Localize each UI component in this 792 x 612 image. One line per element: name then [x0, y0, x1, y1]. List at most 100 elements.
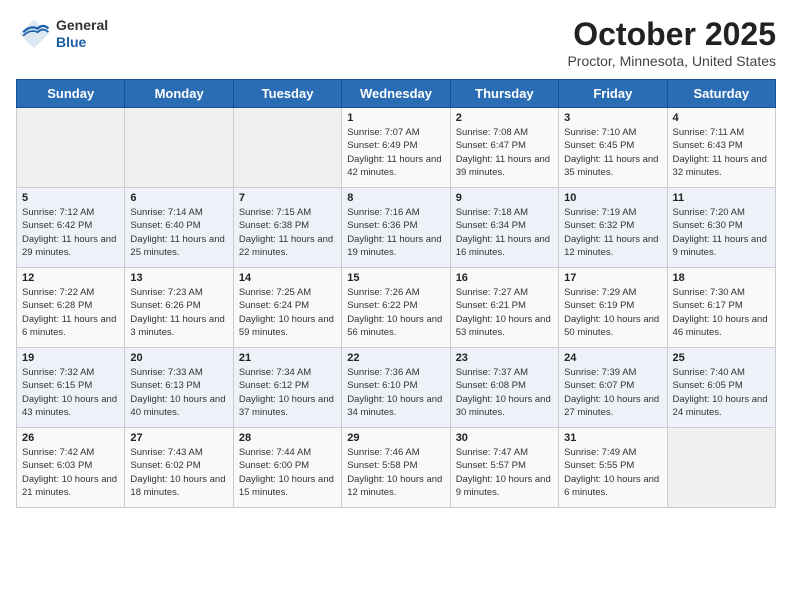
calendar-day-cell: 9 Sunrise: 7:18 AM Sunset: 6:34 PM Daylig…	[450, 188, 558, 268]
calendar-day-cell: 2Sunrise: 7:08 AM Sunset: 6:47 PM Daylig…	[450, 108, 558, 188]
calendar-day-cell: 1 Sunrise: 7:07 AM Sunset: 6:49 PM Daylig…	[342, 108, 450, 188]
calendar-week-row: 1 Sunrise: 7:07 AM Sunset: 6:49 PM Daylig…	[17, 108, 776, 188]
day-info: Sunrise: 7:44 AM Sunset: 6:00 PM Dayligh…	[239, 446, 336, 499]
page-header: General Blue October 2025 Proctor, Minne…	[16, 16, 776, 69]
day-info: Sunrise: 7:33 AM Sunset: 6:13 PM Dayligh…	[130, 366, 227, 419]
day-number: 10	[564, 192, 661, 204]
calendar-day-cell: 12 Sunrise: 7:22 AM Sunset: 6:28 PM Dayli…	[17, 268, 125, 348]
calendar-day-cell: 8Sunrise: 7:16 AM Sunset: 6:36 PM Daylig…	[342, 188, 450, 268]
calendar-day-cell: 17 Sunrise: 7:29 AM Sunset: 6:19 PM Dayli…	[559, 268, 667, 348]
day-info: Sunrise: 7:37 AM Sunset: 6:08 PM Dayligh…	[456, 366, 553, 419]
calendar-day-cell	[667, 428, 775, 508]
day-info: Sunrise: 7:22 AM Sunset: 6:28 PM Dayligh…	[22, 286, 119, 339]
weekday-header: Sunday	[17, 80, 125, 108]
logo-general-text: General	[56, 17, 108, 34]
logo-icon	[16, 16, 52, 52]
calendar-day-cell: 28 Sunrise: 7:44 AM Sunset: 6:00 PM Dayli…	[233, 428, 341, 508]
day-number: 15	[347, 272, 444, 284]
calendar-day-cell: 21Sunrise: 7:34 AM Sunset: 6:12 PM Dayli…	[233, 348, 341, 428]
day-info: Sunrise: 7:16 AM Sunset: 6:36 PM Dayligh…	[347, 206, 444, 259]
calendar-day-cell: 16 Sunrise: 7:27 AM Sunset: 6:21 PM Dayli…	[450, 268, 558, 348]
day-info: Sunrise: 7:47 AM Sunset: 5:57 PM Dayligh…	[456, 446, 553, 499]
weekday-header: Wednesday	[342, 80, 450, 108]
logo-text: General Blue	[56, 17, 108, 51]
day-info: Sunrise: 7:43 AM Sunset: 6:02 PM Dayligh…	[130, 446, 227, 499]
day-number: 26	[22, 432, 119, 444]
title-block: October 2025 Proctor, Minnesota, United …	[567, 16, 776, 69]
day-number: 16	[456, 272, 553, 284]
calendar-day-cell	[17, 108, 125, 188]
day-number: 13	[130, 272, 227, 284]
day-number: 18	[673, 272, 770, 284]
calendar-table: SundayMondayTuesdayWednesdayThursdayFrid…	[16, 79, 776, 508]
calendar-day-cell: 20 Sunrise: 7:33 AM Sunset: 6:13 PM Dayli…	[125, 348, 233, 428]
calendar-week-row: 5 Sunrise: 7:12 AM Sunset: 6:42 PM Daylig…	[17, 188, 776, 268]
logo: General Blue	[16, 16, 108, 52]
day-info: Sunrise: 7:26 AM Sunset: 6:22 PM Dayligh…	[347, 286, 444, 339]
calendar-week-row: 12 Sunrise: 7:22 AM Sunset: 6:28 PM Dayli…	[17, 268, 776, 348]
day-info: Sunrise: 7:12 AM Sunset: 6:42 PM Dayligh…	[22, 206, 119, 259]
calendar-day-cell: 31Sunrise: 7:49 AM Sunset: 5:55 PM Dayli…	[559, 428, 667, 508]
calendar-day-cell: 24 Sunrise: 7:39 AM Sunset: 6:07 PM Dayli…	[559, 348, 667, 428]
day-number: 2	[456, 112, 553, 124]
day-info: Sunrise: 7:32 AM Sunset: 6:15 PM Dayligh…	[22, 366, 119, 419]
calendar-week-row: 19Sunrise: 7:32 AM Sunset: 6:15 PM Dayli…	[17, 348, 776, 428]
calendar-day-cell: 29Sunrise: 7:46 AM Sunset: 5:58 PM Dayli…	[342, 428, 450, 508]
day-info: Sunrise: 7:14 AM Sunset: 6:40 PM Dayligh…	[130, 206, 227, 259]
day-number: 11	[673, 192, 770, 204]
calendar-day-cell: 18 Sunrise: 7:30 AM Sunset: 6:17 PM Dayli…	[667, 268, 775, 348]
day-number: 27	[130, 432, 227, 444]
day-number: 7	[239, 192, 336, 204]
calendar-day-cell	[233, 108, 341, 188]
logo-blue-text: Blue	[56, 34, 108, 51]
weekday-header: Saturday	[667, 80, 775, 108]
calendar-title: October 2025	[567, 16, 776, 53]
day-number: 22	[347, 352, 444, 364]
day-info: Sunrise: 7:40 AM Sunset: 6:05 PM Dayligh…	[673, 366, 770, 419]
calendar-day-cell: 10 Sunrise: 7:19 AM Sunset: 6:32 PM Dayli…	[559, 188, 667, 268]
calendar-day-cell: 5 Sunrise: 7:12 AM Sunset: 6:42 PM Daylig…	[17, 188, 125, 268]
day-info: Sunrise: 7:07 AM Sunset: 6:49 PM Dayligh…	[347, 126, 444, 179]
day-number: 20	[130, 352, 227, 364]
day-number: 24	[564, 352, 661, 364]
day-number: 31	[564, 432, 661, 444]
day-number: 28	[239, 432, 336, 444]
day-number: 25	[673, 352, 770, 364]
day-number: 9	[456, 192, 553, 204]
day-info: Sunrise: 7:23 AM Sunset: 6:26 PM Dayligh…	[130, 286, 227, 339]
day-info: Sunrise: 7:27 AM Sunset: 6:21 PM Dayligh…	[456, 286, 553, 339]
day-info: Sunrise: 7:11 AM Sunset: 6:43 PM Dayligh…	[673, 126, 770, 179]
day-number: 3	[564, 112, 661, 124]
day-info: Sunrise: 7:36 AM Sunset: 6:10 PM Dayligh…	[347, 366, 444, 419]
calendar-day-cell: 11 Sunrise: 7:20 AM Sunset: 6:30 PM Dayli…	[667, 188, 775, 268]
day-number: 23	[456, 352, 553, 364]
calendar-day-cell: 4Sunrise: 7:11 AM Sunset: 6:43 PM Daylig…	[667, 108, 775, 188]
day-number: 5	[22, 192, 119, 204]
day-number: 12	[22, 272, 119, 284]
calendar-day-cell: 13 Sunrise: 7:23 AM Sunset: 6:26 PM Dayli…	[125, 268, 233, 348]
calendar-day-cell: 30Sunrise: 7:47 AM Sunset: 5:57 PM Dayli…	[450, 428, 558, 508]
day-number: 6	[130, 192, 227, 204]
calendar-subtitle: Proctor, Minnesota, United States	[567, 53, 776, 69]
day-number: 17	[564, 272, 661, 284]
day-info: Sunrise: 7:30 AM Sunset: 6:17 PM Dayligh…	[673, 286, 770, 339]
day-info: Sunrise: 7:15 AM Sunset: 6:38 PM Dayligh…	[239, 206, 336, 259]
calendar-day-cell: 23 Sunrise: 7:37 AM Sunset: 6:08 PM Dayli…	[450, 348, 558, 428]
day-info: Sunrise: 7:20 AM Sunset: 6:30 PM Dayligh…	[673, 206, 770, 259]
day-info: Sunrise: 7:18 AM Sunset: 6:34 PM Dayligh…	[456, 206, 553, 259]
day-info: Sunrise: 7:19 AM Sunset: 6:32 PM Dayligh…	[564, 206, 661, 259]
weekday-header: Monday	[125, 80, 233, 108]
calendar-day-cell: 26 Sunrise: 7:42 AM Sunset: 6:03 PM Dayli…	[17, 428, 125, 508]
calendar-day-cell	[125, 108, 233, 188]
day-info: Sunrise: 7:29 AM Sunset: 6:19 PM Dayligh…	[564, 286, 661, 339]
day-number: 14	[239, 272, 336, 284]
weekday-header-row: SundayMondayTuesdayWednesdayThursdayFrid…	[17, 80, 776, 108]
day-number: 1	[347, 112, 444, 124]
day-number: 21	[239, 352, 336, 364]
day-info: Sunrise: 7:42 AM Sunset: 6:03 PM Dayligh…	[22, 446, 119, 499]
calendar-day-cell: 22 Sunrise: 7:36 AM Sunset: 6:10 PM Dayli…	[342, 348, 450, 428]
weekday-header: Thursday	[450, 80, 558, 108]
day-info: Sunrise: 7:39 AM Sunset: 6:07 PM Dayligh…	[564, 366, 661, 419]
calendar-day-cell: 19Sunrise: 7:32 AM Sunset: 6:15 PM Dayli…	[17, 348, 125, 428]
day-info: Sunrise: 7:10 AM Sunset: 6:45 PM Dayligh…	[564, 126, 661, 179]
